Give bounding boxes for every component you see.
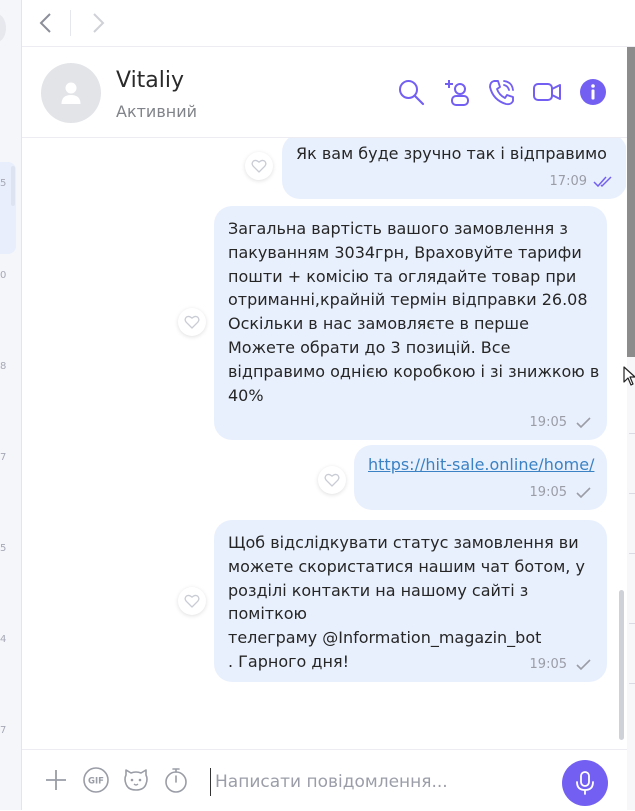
- list-count: 5: [0, 543, 7, 554]
- message-time: 19:05: [529, 415, 567, 430]
- list-count: 7: [0, 452, 7, 463]
- message-text: Щоб відслідкувати статус замовлення ви м…: [228, 533, 585, 671]
- list-count: 0: [0, 270, 7, 281]
- message-time: 19:05: [529, 657, 567, 672]
- message-list[interactable]: Як вам буде зручно так і відправимо 17:0…: [22, 138, 626, 750]
- window-edge: [627, 357, 635, 810]
- avatar[interactable]: [41, 63, 101, 123]
- message-text: Загальна вартість вашого замовлення з па…: [228, 219, 600, 405]
- plus-icon[interactable]: [42, 766, 70, 794]
- video-call-icon[interactable]: [532, 77, 562, 107]
- microphone-icon: [576, 771, 594, 795]
- message-link[interactable]: https://hit-sale.online/home/: [368, 455, 594, 474]
- gif-icon[interactable]: GIF: [82, 766, 110, 794]
- check-icon: [576, 416, 591, 428]
- back-arrow-icon[interactable]: [36, 11, 56, 35]
- like-heart-icon[interactable]: [178, 587, 206, 615]
- contact-status: Активний: [116, 102, 198, 121]
- add-participant-icon[interactable]: [442, 77, 472, 107]
- like-heart-icon[interactable]: [245, 152, 273, 180]
- check-icon: [576, 486, 591, 498]
- info-icon[interactable]: [578, 77, 608, 107]
- check-icon: [576, 658, 591, 670]
- list-count: 7: [0, 725, 7, 736]
- message-input[interactable]: [210, 768, 545, 796]
- like-heart-icon[interactable]: [318, 466, 346, 494]
- message-scrollbar-thumb[interactable]: [619, 590, 624, 740]
- message-text: Як вам буде зручно так і відправимо: [296, 144, 607, 163]
- user-silhouette-icon: [61, 82, 81, 104]
- list-count: 4: [0, 634, 7, 645]
- like-heart-icon[interactable]: [178, 308, 206, 336]
- window-scrollbar-thumb[interactable]: [627, 47, 635, 357]
- voice-message-button[interactable]: [562, 760, 608, 806]
- contact-name[interactable]: Vitaliy: [116, 68, 184, 93]
- top-navigation: [22, 0, 635, 47]
- nav-divider: [70, 10, 71, 36]
- list-count: 5: [0, 178, 7, 189]
- conversation-list-scroll[interactable]: [11, 166, 15, 206]
- voice-call-icon[interactable]: [487, 77, 517, 107]
- forward-arrow-icon[interactable]: [88, 11, 108, 35]
- conversation-list-edge: 5 0 8 7 5 4 7: [0, 0, 22, 810]
- double-check-icon: [593, 175, 612, 187]
- list-count: 8: [0, 361, 7, 372]
- search-icon[interactable]: [396, 77, 426, 107]
- message-time: 19:05: [529, 485, 567, 500]
- message-bubble[interactable]: Загальна вартість вашого замовлення з па…: [214, 206, 607, 440]
- sticker-icon[interactable]: [122, 766, 150, 794]
- message-time: 17:09: [549, 174, 587, 189]
- message-bubble[interactable]: Як вам буде зручно так і відправимо 17:0…: [282, 138, 626, 199]
- message-composer: GIF: [22, 749, 627, 811]
- chat-list-avatar[interactable]: [0, 14, 6, 42]
- mouse-cursor-icon: [623, 366, 635, 386]
- gif-label: GIF: [88, 777, 104, 787]
- message-bubble[interactable]: Щоб відслідкувати статус замовлення ви м…: [214, 520, 607, 682]
- timer-icon[interactable]: [162, 766, 190, 794]
- message-bubble[interactable]: https://hit-sale.online/home/ 19:05: [354, 445, 607, 510]
- chat-header: Vitaliy Активний: [22, 47, 635, 138]
